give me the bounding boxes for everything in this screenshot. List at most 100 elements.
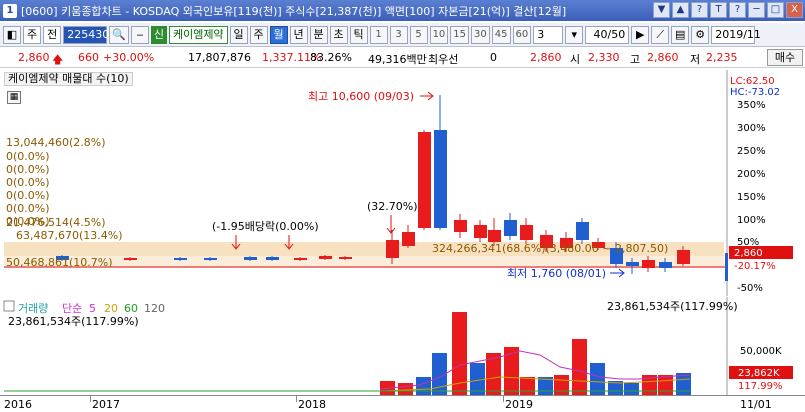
maximize-icon[interactable]: □: [767, 2, 784, 18]
interval-1[interactable]: 1: [369, 25, 388, 44]
band-label: 63,487,670(13.4%): [16, 229, 123, 242]
volume-chart: 거래량 단순 5 20 60 120 23,861,534주(117.99%) …: [0, 297, 805, 395]
candle-body: [626, 262, 639, 266]
question-icon[interactable]: ?: [729, 2, 746, 18]
legend-ma20: 20: [104, 302, 118, 315]
volume-bar: [398, 383, 413, 395]
candle-body: [319, 256, 332, 259]
grid-icon[interactable]: ▦: [7, 91, 21, 104]
volume-bar: [504, 347, 519, 395]
candle-body: [434, 130, 447, 228]
text-icon[interactable]: T: [710, 2, 727, 18]
gear-icon[interactable]: ⚙: [691, 25, 710, 44]
current-price-tag-text: 2,860: [734, 248, 763, 259]
legend-ma5: 5: [89, 302, 96, 315]
prev-select[interactable]: 전: [43, 25, 62, 44]
candle-body: [642, 260, 655, 268]
band-label: 0(0.0%): [6, 202, 50, 215]
pane-title: 케이엠제약 매물대 수(10): [4, 72, 133, 86]
x-label: 2019: [505, 398, 533, 411]
chart-setting-icon[interactable]: ⟋: [651, 25, 670, 44]
interval-45[interactable]: 45: [491, 25, 511, 44]
turnover-ratio: 83.26%: [310, 51, 352, 64]
new-badge[interactable]: 신: [150, 25, 167, 44]
candle-body: [339, 257, 352, 259]
volume-bar: [676, 373, 691, 395]
view-count-field[interactable]: 40/50: [585, 25, 630, 44]
scroll-marker: [725, 253, 728, 281]
interval-15[interactable]: 15: [450, 25, 470, 44]
window-controls: ▼ ▲ ? T ? ─ □ X: [653, 2, 803, 18]
preferred-value: 0: [490, 51, 497, 64]
help-icon[interactable]: ?: [691, 2, 708, 18]
volume-right-value: 23,861,534주(117.99%): [607, 300, 738, 313]
candle-body: [418, 132, 431, 228]
x-label: 2016: [4, 398, 32, 411]
stock-name-field[interactable]: 케이엠제약: [168, 25, 228, 44]
volume-value: 17,807,876: [188, 51, 251, 64]
volume-chart-pane[interactable]: 거래량 단순 5 20 60 120 23,861,534주(117.99%) …: [0, 297, 805, 395]
band-label: 13,044,460(2.8%): [6, 136, 106, 149]
x-axis: 2016 2017 2018 2019 11/01: [0, 395, 805, 412]
price-change: 660: [78, 51, 99, 64]
y-tick: 350%: [737, 100, 766, 111]
period-second[interactable]: 초: [329, 25, 348, 44]
trade-amount: 49,316백만: [368, 53, 427, 66]
price-change-pct: +30.00%: [103, 51, 155, 64]
stock-code-input[interactable]: 225430: [63, 25, 109, 44]
band-label: 0(0.0%): [6, 163, 50, 176]
period-minute[interactable]: 분: [309, 25, 328, 44]
candle-body: [659, 262, 672, 268]
volume-pct-tag: 117.99%: [738, 381, 783, 392]
candle-body: [402, 232, 415, 246]
volume-bar: [590, 363, 605, 395]
lc-label: LC:62.50: [730, 76, 775, 87]
price-chart-pane[interactable]: 최고 10,600 (09/03) 최저 1,760 (08/01) (-1.9…: [0, 70, 805, 296]
interval-10[interactable]: 10: [429, 25, 449, 44]
candle-body: [474, 225, 487, 238]
interval-3[interactable]: 3: [389, 25, 408, 44]
candle-body: [294, 258, 307, 260]
period-day[interactable]: 일: [229, 25, 248, 44]
legend-ma120: 120: [144, 302, 165, 315]
candle-body: [576, 222, 589, 240]
interval-5[interactable]: 5: [409, 25, 428, 44]
y-tick: 200%: [737, 169, 766, 180]
price-summary-row: 2,860 🡅 660 +30.00% 17,807,876 1,337.11%…: [0, 48, 805, 68]
candle-body: [677, 250, 690, 264]
chevron-down-icon[interactable]: ▾: [565, 25, 584, 44]
count-select[interactable]: 3: [533, 25, 564, 44]
up-arrow-icon: 🡅: [52, 53, 64, 66]
period-week[interactable]: 주: [249, 25, 268, 44]
period-year[interactable]: 년: [289, 25, 308, 44]
period-tick[interactable]: 틱: [349, 25, 368, 44]
y-tick: 300%: [737, 123, 766, 134]
scroll-up-icon[interactable]: ▲: [672, 2, 689, 18]
low-label: 저: [690, 53, 701, 66]
type-select[interactable]: 주: [23, 25, 42, 44]
date-field[interactable]: 2019/11: [711, 25, 761, 44]
minimize-icon[interactable]: ─: [748, 2, 765, 18]
volume-bar: [624, 383, 639, 395]
y-tick: 100%: [737, 215, 766, 226]
search-icon[interactable]: 🔍: [109, 25, 129, 44]
buy-button[interactable]: 매수: [767, 49, 803, 66]
close-icon[interactable]: X: [786, 2, 803, 18]
close-price: 2,860: [530, 51, 562, 64]
legend-ma60: 60: [124, 302, 138, 315]
candle-body: [454, 220, 467, 232]
volume-title: 거래량: [18, 302, 48, 315]
next-page-icon[interactable]: ▶: [631, 25, 650, 44]
zoom-out-icon[interactable]: ‒: [130, 25, 149, 44]
volume-bar: [470, 363, 485, 395]
interval-30[interactable]: 30: [471, 25, 490, 44]
scroll-down-icon[interactable]: ▼: [653, 2, 670, 18]
x-label: 2018: [298, 398, 326, 411]
period-month[interactable]: 월: [269, 25, 288, 44]
current-price: 2,860: [18, 51, 50, 64]
interval-60[interactable]: 60: [512, 25, 532, 44]
x-label: 2017: [92, 398, 120, 411]
volume-bar: [554, 375, 569, 395]
save-icon[interactable]: ▤: [671, 25, 690, 44]
chart-type-icon[interactable]: ◧: [3, 25, 21, 44]
